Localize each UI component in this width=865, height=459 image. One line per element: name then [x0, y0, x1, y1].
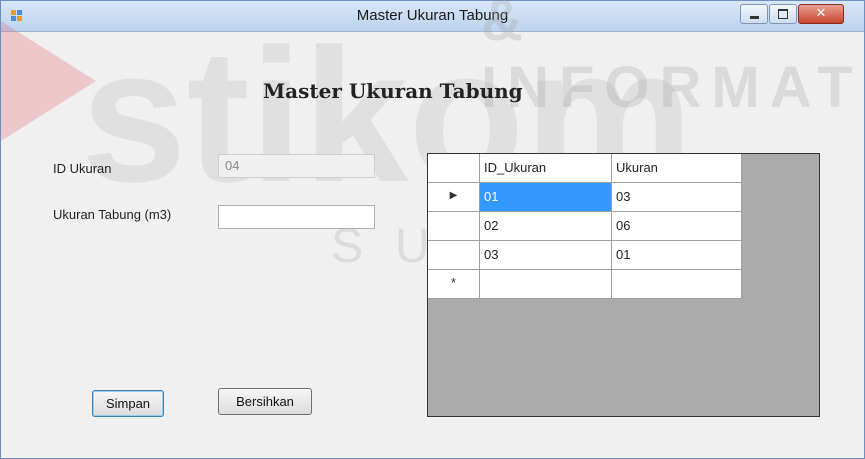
column-header-ukuran[interactable]: Ukuran — [612, 154, 742, 183]
grid-cell[interactable]: 01 — [612, 241, 742, 270]
data-grid[interactable]: ID_Ukuran Ukuran ▶ 01 03 02 06 03 01 * — [427, 153, 820, 417]
row-header[interactable] — [428, 212, 480, 241]
grid-cell[interactable]: 01 — [480, 183, 612, 212]
grid-cell-new[interactable] — [480, 270, 612, 299]
grid-cell-new[interactable] — [612, 270, 742, 299]
grid-cell[interactable]: 02 — [480, 212, 612, 241]
id-ukuran-field: 04 — [218, 154, 375, 178]
column-header-id-ukuran[interactable]: ID_Ukuran — [480, 154, 612, 183]
ukuran-tabung-label: Ukuran Tabung (m3) — [53, 207, 172, 222]
id-ukuran-label: ID Ukuran — [53, 161, 112, 176]
row-header[interactable] — [428, 241, 480, 270]
watermark-top-text: & INFORMATI — [481, 0, 865, 120]
bersihkan-button[interactable]: Bersihkan — [218, 388, 312, 415]
grid-corner-header[interactable] — [428, 154, 480, 183]
grid-cell[interactable]: 06 — [612, 212, 742, 241]
main-window: Master Ukuran Tabung ✕ stikom & INFORMAT… — [0, 0, 865, 459]
ukuran-tabung-input[interactable] — [218, 205, 375, 229]
grid-cell[interactable]: 03 — [480, 241, 612, 270]
row-header-current[interactable]: ▶ — [428, 183, 480, 212]
simpan-button[interactable]: Simpan — [92, 390, 164, 417]
grid-cell[interactable]: 03 — [612, 183, 742, 212]
new-row-marker[interactable]: * — [428, 270, 480, 299]
form-heading: Master Ukuran Tabung — [263, 79, 523, 103]
